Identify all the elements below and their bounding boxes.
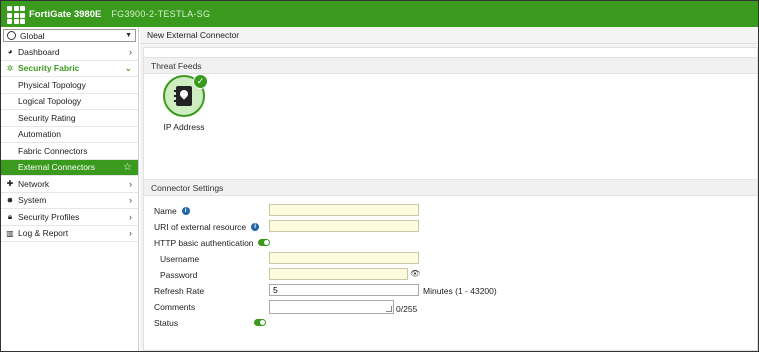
info-icon[interactable]: i (251, 222, 260, 231)
username-label: Username (160, 253, 200, 264)
password-label: Password (160, 269, 198, 280)
ip-address-feed-card[interactable]: ✓ IP Address (159, 74, 209, 132)
comments-row: Comments (154, 300, 195, 313)
connector-settings-heading: Connector Settings (144, 179, 757, 196)
connector-panel: Threat Feeds ✓ IP Address Connector Sett… (143, 47, 758, 351)
name-label: Name (154, 205, 177, 216)
dashboard-icon: ◕ (7, 47, 13, 57)
sidebar: Global ▼ ◕ Dashboard › ✲ Security Fabric… (1, 27, 139, 351)
uri-row: URI of external resource i (154, 220, 260, 233)
sidebar-item-security-rating[interactable]: Security Rating (1, 110, 138, 127)
sidebar-item-label: Security Fabric (18, 63, 80, 74)
sidebar-item-external-connectors[interactable]: External Connectors ☆ (1, 159, 138, 176)
chevron-right-icon: › (129, 195, 132, 206)
sidebar-item-label: Network (18, 178, 50, 189)
name-input[interactable] (269, 204, 419, 216)
sidebar-item-logical-topology[interactable]: Logical Topology (1, 94, 138, 110)
password-input[interactable] (269, 268, 408, 280)
bar-chart-icon: ▥ (6, 228, 14, 238)
sidebar-item-network[interactable]: ✚ Network › (1, 176, 138, 193)
sidebar-item-log-report[interactable]: ▥ Log & Report › (1, 226, 138, 242)
http-auth-label: HTTP basic authentication (154, 237, 254, 248)
chevron-right-icon: › (129, 178, 132, 189)
page-title: New External Connector (140, 27, 758, 44)
name-row: Name i (154, 204, 190, 217)
sidebar-item-label: Dashboard (18, 46, 60, 57)
username-row: Username (160, 252, 199, 265)
chevron-right-icon: › (129, 228, 132, 239)
sidebar-item-label: External Connectors (18, 162, 96, 173)
feed-label: IP Address (163, 122, 205, 132)
nav-menu: ◕ Dashboard › ✲ Security Fabric ⌄ Physic… (1, 44, 138, 242)
check-icon: ✓ (193, 74, 208, 89)
resize-handle[interactable] (386, 306, 392, 312)
password-row: Password (160, 268, 197, 281)
status-row: Status (154, 316, 178, 329)
sidebar-item-security-profiles[interactable]: 🔒︎ Security Profiles › (1, 209, 138, 226)
comments-label: Comments (154, 301, 196, 312)
product-name: FortiGate 3980E (29, 8, 102, 20)
app-window: FortiGate 3980E FG3900-2-TESTLA-SG Globa… (0, 0, 759, 352)
network-icon: ✚ (6, 179, 14, 189)
comments-counter: 0/255 (396, 304, 418, 314)
chevron-down-icon: ▼ (125, 32, 132, 39)
vdom-selector[interactable]: Global ▼ (3, 29, 136, 42)
sidebar-item-system[interactable]: ✸ System › (1, 193, 138, 209)
sidebar-item-automation[interactable]: Automation (1, 127, 138, 143)
feed-circle: ✓ (163, 74, 208, 117)
sidebar-item-label: Log & Report (18, 228, 69, 239)
http-auth-row: HTTP basic authentication (154, 236, 270, 249)
fabric-icon: ✲ (6, 63, 14, 73)
sidebar-item-fabric-connectors[interactable]: Fabric Connectors (1, 143, 138, 160)
gear-icon: ✸ (6, 195, 14, 205)
top-bar: FortiGate 3980E FG3900-2-TESTLA-SG (1, 1, 758, 27)
favorite-star-icon[interactable]: ☆ (123, 162, 132, 173)
fortinet-logo-icon[interactable] (5, 4, 25, 24)
sidebar-item-physical-topology[interactable]: Physical Topology (1, 77, 138, 94)
sidebar-item-dashboard[interactable]: ◕ Dashboard › (1, 44, 138, 61)
username-input[interactable] (269, 252, 419, 264)
globe-icon (7, 31, 16, 40)
http-auth-toggle[interactable] (257, 239, 270, 246)
sidebar-item-label: System (18, 195, 47, 206)
hostname: FG3900-2-TESTLA-SG (111, 9, 211, 19)
refresh-label: Refresh Rate (154, 285, 205, 296)
chevron-right-icon: › (129, 46, 132, 57)
comments-textarea[interactable] (269, 300, 394, 314)
uri-input[interactable] (269, 220, 419, 232)
eye-icon[interactable]: 👁︎ (410, 269, 420, 278)
vdom-label: Global (20, 30, 45, 41)
refresh-suffix: Minutes (1 - 43200) (423, 286, 497, 296)
sidebar-item-label: Logical Topology (18, 96, 82, 107)
info-icon[interactable]: i (181, 206, 190, 215)
sidebar-item-label: Fabric Connectors (18, 145, 88, 156)
lock-icon: 🔒︎ (7, 211, 13, 221)
uri-label: URI of external resource (154, 221, 247, 232)
chevron-down-icon: ⌄ (124, 62, 132, 73)
sidebar-item-label: Security Rating (18, 112, 76, 123)
sidebar-item-security-fabric[interactable]: ✲ Security Fabric ⌄ (1, 61, 138, 77)
refresh-row: Refresh Rate (154, 284, 204, 297)
sidebar-item-label: Automation (18, 129, 61, 140)
status-toggle[interactable] (254, 319, 266, 326)
refresh-rate-input[interactable] (269, 284, 419, 296)
threat-feeds-section: Threat Feeds (144, 57, 757, 74)
chevron-right-icon: › (129, 211, 132, 222)
threat-feeds-heading: Threat Feeds (144, 57, 757, 74)
main-content: New External Connector Threat Feeds ✓ IP… (140, 27, 758, 351)
sidebar-item-label: Physical Topology (18, 79, 86, 90)
status-label: Status (154, 317, 179, 328)
sidebar-item-label: Security Profiles (18, 211, 80, 222)
address-book-icon (174, 86, 192, 106)
connector-settings-section: Connector Settings (144, 179, 757, 196)
